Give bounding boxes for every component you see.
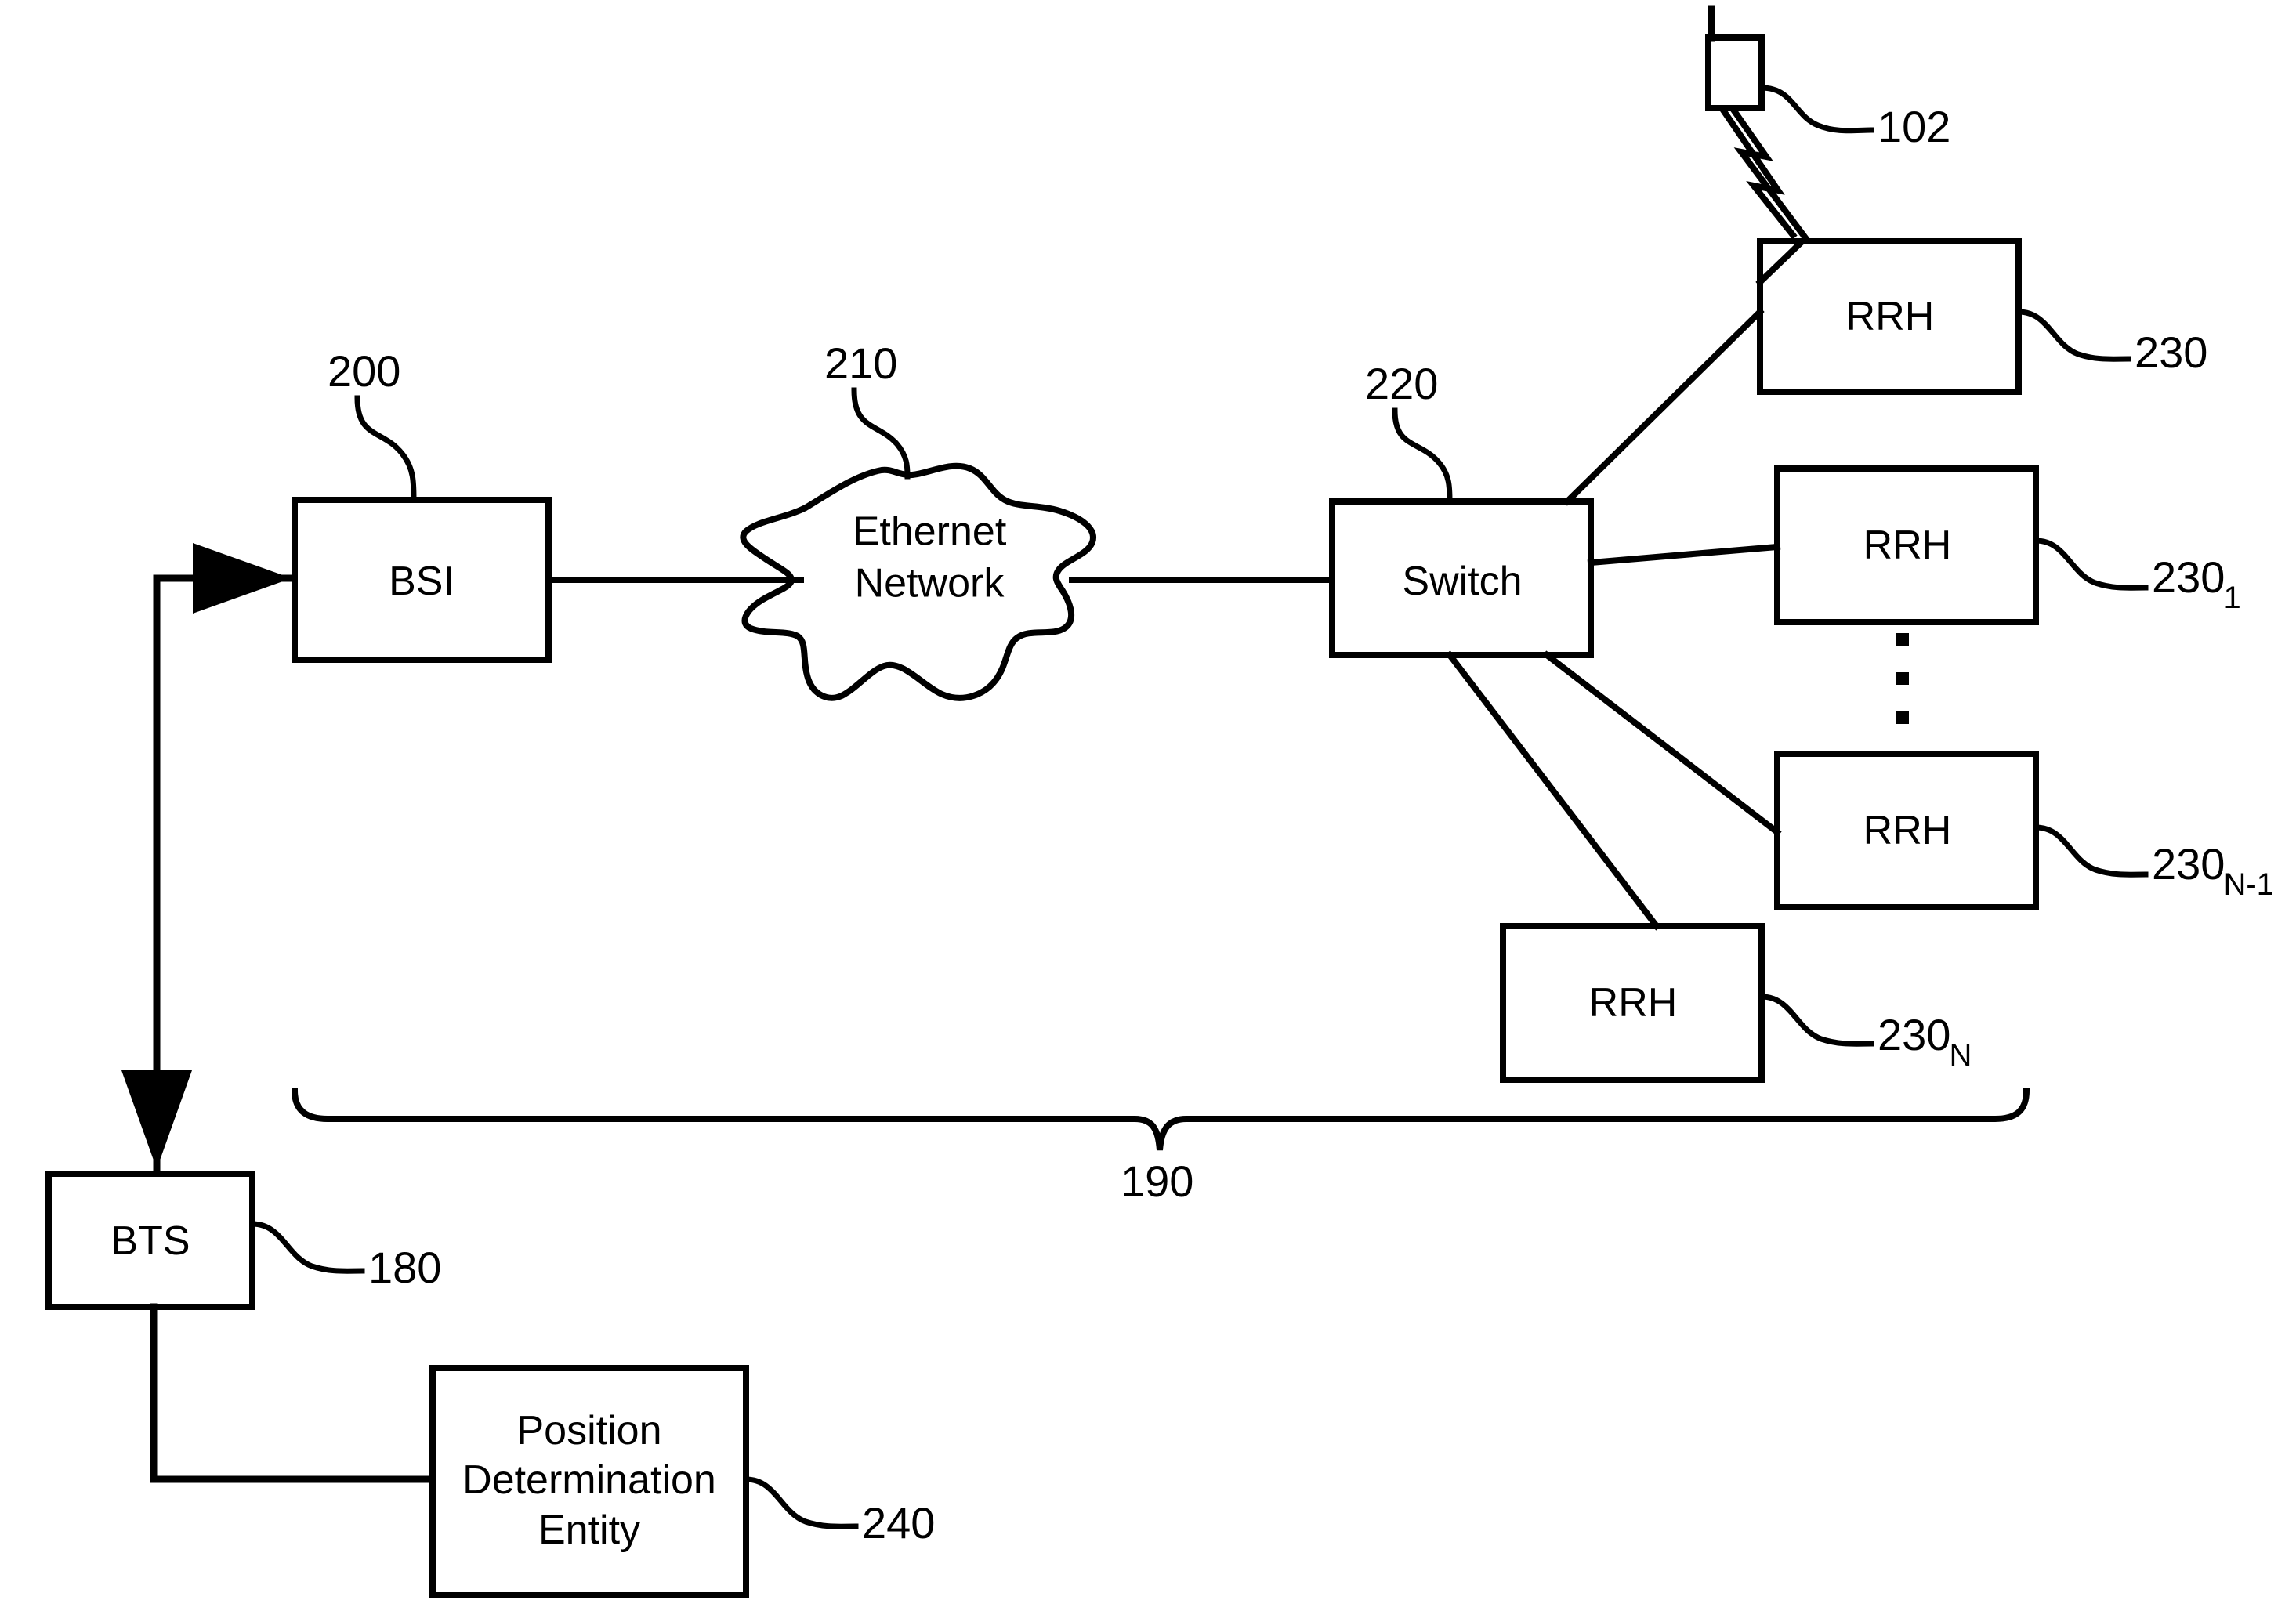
rrh-n-label: RRH	[1588, 979, 1678, 1026]
ref-230-n-1: 230N-1	[2152, 838, 2274, 902]
leader-200	[354, 395, 417, 503]
pde-label-line2: Determination	[462, 1457, 716, 1504]
ethernet-network-label-line2: Network	[854, 560, 1005, 606]
switch-to-rrh-n-1-line	[1542, 650, 1782, 837]
leader-230	[2015, 309, 2131, 362]
switch-label: Switch	[1402, 558, 1523, 604]
ref-102: 102	[1878, 101, 1951, 151]
bsi-label: BSI	[389, 558, 454, 604]
leader-180	[249, 1221, 365, 1274]
switch-to-rrh-n-line	[1445, 650, 1661, 931]
rrh-0-uplink-line	[1755, 237, 1807, 287]
ref-200: 200	[328, 346, 401, 396]
patent-figure: BSI 200 Ethernet Network 210 Switch 220 …	[0, 0, 2296, 1618]
switch-to-rrh-0-line	[1563, 307, 1765, 506]
rrh-0-label: RRH	[1845, 293, 1935, 339]
diagram-canvas	[45, 5, 2149, 1598]
ref-240: 240	[862, 1497, 936, 1547]
ref-190: 190	[1121, 1156, 1194, 1206]
ref-230: 230	[2135, 327, 2208, 377]
pde-label-line3: Entity	[538, 1507, 641, 1553]
bts-label: BTS	[110, 1218, 190, 1264]
wireless-link-bolt	[1719, 105, 1811, 244]
rrh-1-label: RRH	[1863, 522, 1952, 568]
leader-220	[1392, 407, 1453, 505]
bts-to-pde-line	[150, 1303, 436, 1483]
leader-102	[1758, 85, 1874, 134]
leader-230-1	[2033, 538, 2149, 591]
ethernet-network-label-line1: Ethernet	[852, 509, 1007, 555]
pde-label: Position Determination Entity	[462, 1406, 716, 1555]
switch-to-rrh-1-line	[1587, 543, 1781, 566]
ref-220: 220	[1365, 358, 1439, 408]
rrh-n-1-label: RRH	[1863, 807, 1952, 853]
ethernet-network-label: Ethernet Network	[853, 506, 1007, 609]
ref-180: 180	[368, 1242, 442, 1292]
leader-230-n-1	[2033, 824, 2149, 878]
leader-230-n	[1758, 994, 1874, 1047]
ref-230-n: 230N	[1878, 1009, 1972, 1073]
mobile-station-body	[1705, 34, 1765, 111]
group-brace	[291, 1087, 2030, 1151]
vertical-ellipsis	[1896, 633, 1909, 724]
leader-240	[743, 1476, 859, 1529]
leader-210	[851, 387, 911, 480]
pde-label-line1: Position	[516, 1407, 662, 1453]
ref-230-1: 2301	[2152, 552, 2241, 615]
ref-210: 210	[824, 338, 898, 388]
